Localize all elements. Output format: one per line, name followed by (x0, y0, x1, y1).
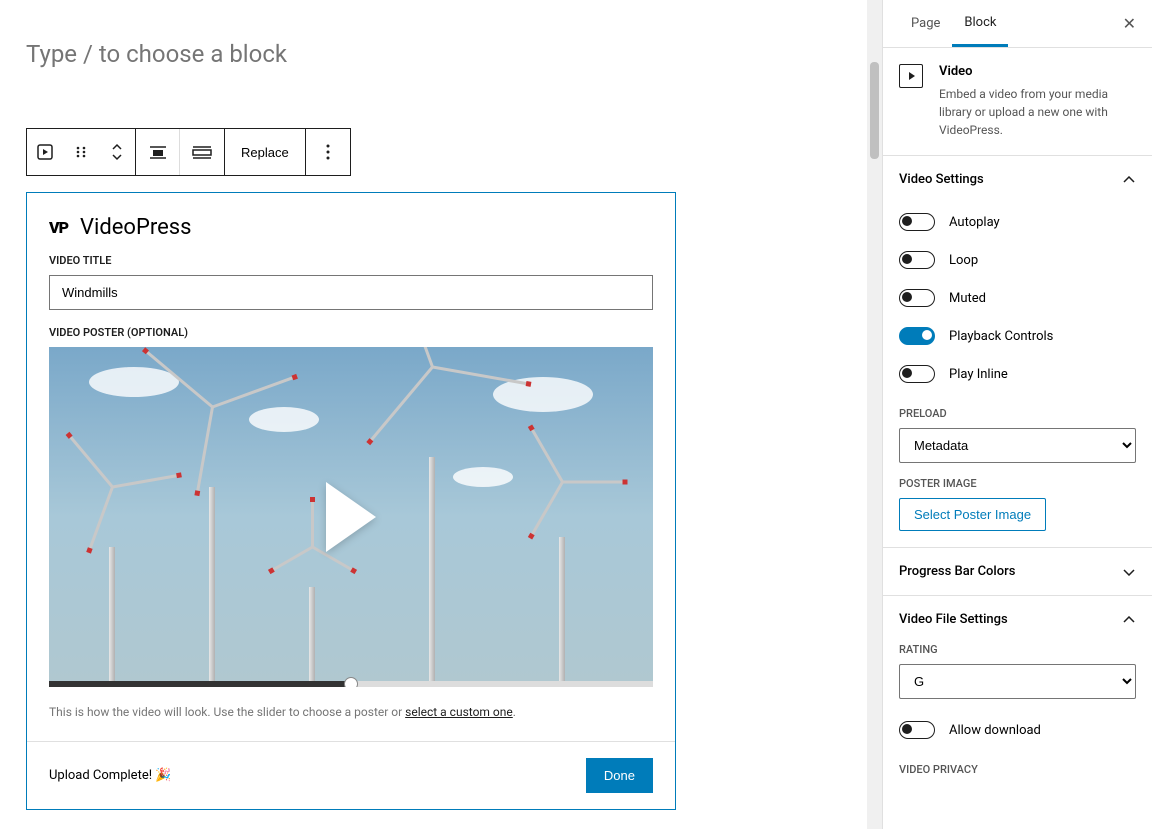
panel-progress-bar-colors[interactable]: Progress Bar Colors (883, 548, 1152, 595)
replace-button[interactable]: Replace (225, 129, 306, 175)
chevron-up-icon (1122, 176, 1136, 184)
align-icon[interactable] (136, 129, 180, 175)
more-options-icon[interactable] (306, 129, 350, 175)
editor-canvas: Type / to choose a block Replace (0, 0, 867, 829)
toggle-autoplay[interactable] (899, 213, 935, 231)
scrollbar[interactable] (867, 0, 882, 829)
video-privacy-label: VIDEO PRIVACY (899, 763, 1136, 776)
title-placeholder[interactable]: Type / to choose a block (26, 40, 841, 68)
video-title-input[interactable] (49, 275, 653, 310)
upload-status: Upload Complete! 🎉 (49, 768, 171, 783)
inspector-sidebar: Page Block ✕ Video Embed a video from yo… (882, 0, 1152, 829)
toggle-allow-download[interactable] (899, 721, 935, 739)
panel-video-file-settings[interactable]: Video File Settings (883, 596, 1152, 643)
select-poster-button[interactable]: Select Poster Image (899, 498, 1046, 531)
poster-frame-slider[interactable] (49, 681, 653, 687)
block-name: Video (939, 64, 1136, 79)
toggle-play-inline[interactable] (899, 365, 935, 383)
rating-label: RATING (899, 643, 1136, 656)
close-icon[interactable]: ✕ (1123, 14, 1136, 34)
videopress-block: VP VideoPress VIDEO TITLE VIDEO POSTER (… (26, 192, 676, 810)
wide-align-icon[interactable] (180, 129, 224, 175)
move-updown-icon[interactable] (99, 129, 135, 175)
videopress-logo: VP (49, 218, 68, 237)
toggle-playback-controls[interactable] (899, 327, 935, 345)
chevron-down-icon (1122, 568, 1136, 576)
poster-help-text: This is how the video will look. Use the… (49, 705, 653, 719)
tab-block[interactable]: Block (952, 1, 1008, 47)
tab-page[interactable]: Page (899, 2, 952, 45)
block-type-icon[interactable] (27, 129, 63, 175)
select-custom-poster-link[interactable]: select a custom one (405, 705, 513, 719)
block-toolbar: Replace (26, 128, 351, 176)
preload-select[interactable]: Metadata (899, 428, 1136, 463)
preload-label: PRELOAD (899, 407, 1136, 420)
toggle-loop[interactable] (899, 251, 935, 269)
panel-video-settings[interactable]: Video Settings (883, 156, 1152, 203)
video-block-icon (899, 64, 923, 88)
play-icon[interactable] (326, 482, 376, 552)
drag-handle-icon[interactable] (63, 129, 99, 175)
poster-image-label: POSTER IMAGE (899, 477, 1136, 490)
video-title-label: VIDEO TITLE (49, 254, 653, 267)
block-description: Embed a video from your media library or… (939, 85, 1136, 139)
videopress-title: VideoPress (80, 215, 191, 240)
done-button[interactable]: Done (586, 758, 653, 793)
rating-select[interactable]: G (899, 664, 1136, 699)
video-poster-preview (49, 347, 653, 687)
toggle-muted[interactable] (899, 289, 935, 307)
video-poster-label: VIDEO POSTER (OPTIONAL) (49, 326, 653, 339)
chevron-up-icon (1122, 616, 1136, 624)
